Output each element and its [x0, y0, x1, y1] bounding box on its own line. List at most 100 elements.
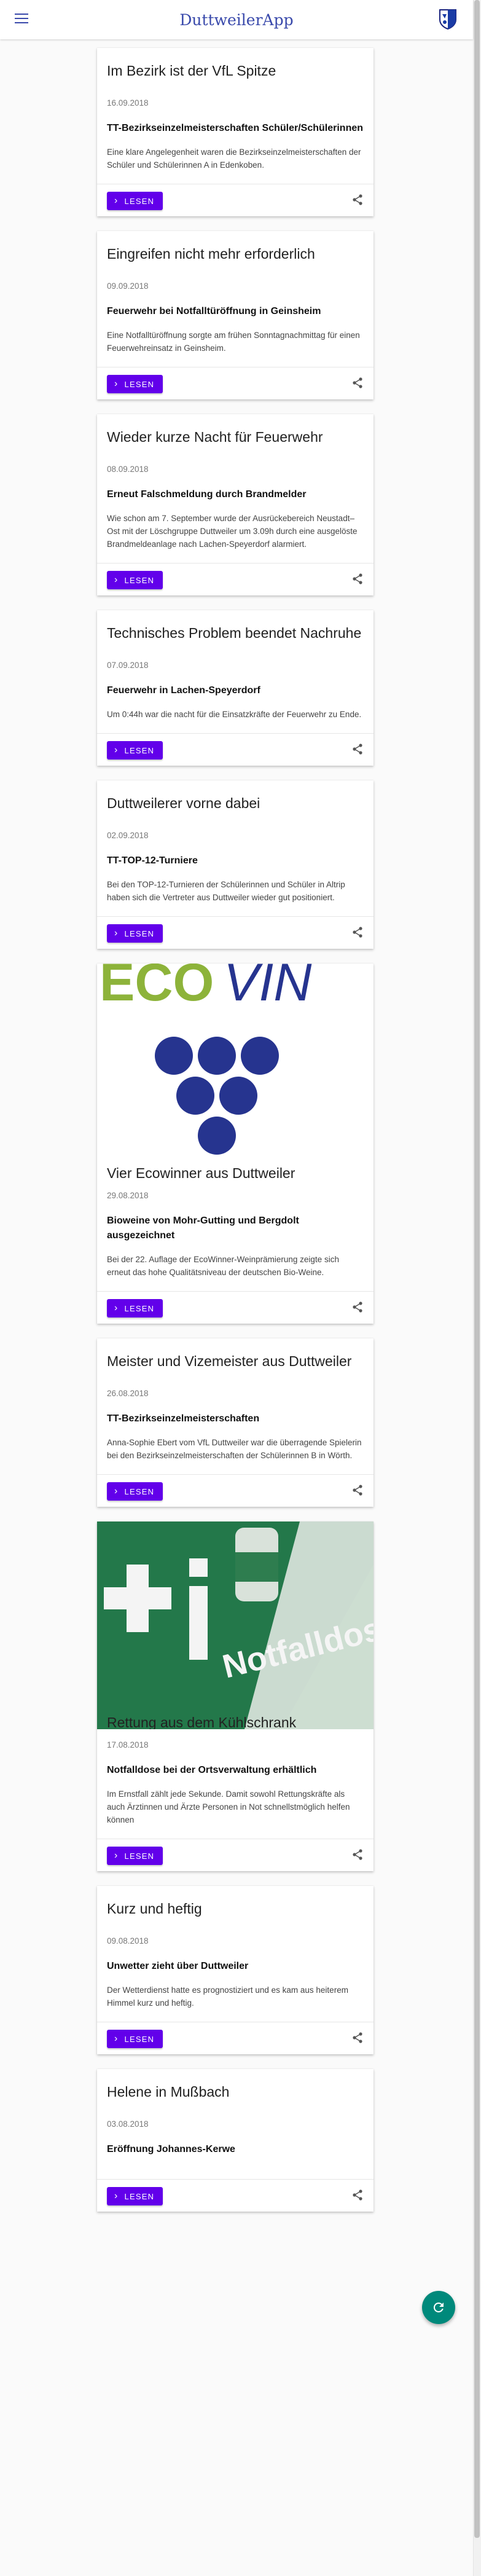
chevron-right-icon: › — [114, 745, 119, 755]
card-date: 02.09.2018 — [107, 831, 149, 840]
card-text: Im Ernstfall zählt jede Sekunde. Damit s… — [107, 1789, 350, 1824]
share-icon[interactable] — [351, 194, 364, 206]
chevron-right-icon: › — [114, 379, 119, 389]
card-title: Meister und Vizemeister aus Duttweiler — [107, 1353, 352, 1369]
card-subtitle: Notfalldose bei der Ortsverwaltung erhäl… — [107, 1765, 317, 1775]
card-title: Duttweilerer vorne dabei — [107, 795, 260, 811]
card-subtitle: Feuerwehr in Lachen-Speyerdorf — [107, 685, 260, 696]
card-date: 09.09.2018 — [107, 281, 149, 291]
card-subtitle: TT-TOP-12-Turniere — [107, 855, 198, 866]
read-label: LESEN — [124, 929, 155, 938]
chevron-right-icon: › — [114, 2033, 119, 2044]
share-icon[interactable] — [351, 1301, 364, 1313]
read-label: LESEN — [124, 379, 155, 389]
card-actions: › LESEN — [97, 1474, 373, 1507]
news-card: ECO VIN Vier Ecowinner aus Duttweiler 29… — [97, 964, 373, 1324]
chevron-right-icon: › — [114, 928, 119, 938]
chevron-right-icon: › — [114, 2191, 119, 2201]
news-card: Helene in Mußbach 03.08.2018 Eröffnung J… — [97, 2069, 373, 2212]
refresh-button[interactable] — [422, 2291, 455, 2324]
chevron-right-icon: › — [114, 1850, 119, 1861]
refresh-icon — [433, 2302, 444, 2312]
news-card: Im Bezirk ist der VfL Spitze 16.09.2018 … — [97, 48, 373, 216]
card-actions: › LESEN — [97, 1839, 373, 1871]
share-icon[interactable] — [351, 743, 364, 755]
card-title: Vier Ecowinner aus Duttweiler — [107, 1165, 295, 1180]
card-subtitle: TT-Bezirkseinzelmeisterschaften — [107, 1413, 260, 1424]
app-bar: DuttweilerApp — [0, 0, 473, 39]
card-subtitle: Feuerwehr bei Notfalltüröffnung in Geins… — [107, 306, 321, 316]
card-actions: › LESEN — [97, 184, 373, 216]
read-button[interactable]: › LESEN — [107, 2030, 163, 2048]
card-text: Der Wetterdienst hatte es prognostiziert… — [107, 1985, 348, 2008]
read-button[interactable]: › LESEN — [107, 2187, 163, 2205]
read-button[interactable]: › LESEN — [107, 741, 163, 760]
card-text: Eine klare Angelegenheit waren die Bezir… — [107, 147, 361, 170]
crest-icon — [439, 9, 456, 29]
news-card: Duttweilerer vorne dabei 02.09.2018 TT-T… — [97, 780, 373, 949]
card-text: Eine Notfalltüröffnung sorgte am frühen … — [107, 331, 360, 353]
chevron-right-icon: › — [114, 1303, 119, 1313]
read-button[interactable]: › LESEN — [107, 924, 163, 943]
card-date: 17.08.2018 — [107, 1740, 149, 1749]
read-label: LESEN — [124, 196, 155, 206]
card-image: Notfalldose Rettung aus dem Kühlschrank — [97, 1522, 373, 1729]
card-image: ECO VIN Vier Ecowinner aus Duttweiler — [97, 964, 373, 1180]
card-title: Kurz und heftig — [107, 1901, 202, 1917]
card-actions: › LESEN — [97, 2179, 373, 2212]
share-icon[interactable] — [351, 573, 364, 585]
card-title: Technisches Problem beendet Nachruhe — [107, 625, 362, 641]
share-icon[interactable] — [351, 2189, 364, 2201]
notfalldose-photo: Notfalldose — [97, 1522, 373, 1729]
chevron-right-icon: › — [114, 1486, 119, 1496]
card-actions: › LESEN — [97, 2022, 373, 2054]
read-button[interactable]: › LESEN — [107, 1482, 163, 1501]
card-text: Anna-Sophie Ebert vom VfL Duttweiler war… — [107, 1438, 362, 1460]
read-label: LESEN — [124, 575, 155, 585]
read-button[interactable]: › LESEN — [107, 375, 163, 393]
card-text: Bei der 22. Auflage der EcoWinner-Weinpr… — [107, 1255, 339, 1277]
read-button[interactable]: › LESEN — [107, 571, 163, 589]
read-label: LESEN — [124, 1851, 155, 1861]
news-card: Eingreifen nicht mehr erforderlich 09.09… — [97, 231, 373, 399]
share-icon[interactable] — [351, 377, 364, 389]
chevron-right-icon: › — [114, 575, 119, 585]
card-actions: › LESEN — [97, 367, 373, 399]
scrollbar-thumb[interactable] — [474, 0, 480, 2538]
share-icon[interactable] — [351, 926, 364, 938]
card-text: Wie schon am 7. September wurde der Ausr… — [107, 514, 358, 549]
card-date: 08.09.2018 — [107, 465, 149, 474]
card-actions: › LESEN — [97, 1291, 373, 1324]
ecovin-logo-image: ECO VIN — [100, 964, 312, 1155]
card-subtitle: Bioweine von Mohr-Gutting und Bergdolt a… — [107, 1215, 299, 1241]
card-actions: › LESEN — [97, 563, 373, 595]
card-title: Rettung aus dem Kühlschrank — [107, 1714, 297, 1729]
read-label: LESEN — [124, 1303, 155, 1313]
card-date: 03.08.2018 — [107, 2119, 149, 2129]
read-label: LESEN — [124, 1486, 155, 1496]
card-actions: › LESEN — [97, 916, 373, 949]
read-label: LESEN — [124, 2191, 155, 2201]
share-icon[interactable] — [351, 1484, 364, 1496]
card-title: Eingreifen nicht mehr erforderlich — [107, 246, 315, 262]
share-icon[interactable] — [351, 2032, 364, 2044]
read-button[interactable]: › LESEN — [107, 192, 163, 210]
read-label: LESEN — [124, 745, 155, 755]
read-button[interactable]: › LESEN — [107, 1299, 163, 1317]
card-date: 09.08.2018 — [107, 1936, 149, 1946]
read-label: LESEN — [124, 2034, 155, 2044]
news-feed: Im Bezirk ist der VfL Spitze 16.09.2018 … — [97, 48, 373, 2226]
card-subtitle: TT-Bezirkseinzelmeisterschaften Schüler/… — [107, 123, 364, 133]
svg-text:VIN: VIN — [224, 964, 312, 1012]
card-text: Um 0:44h war die nacht für die Einsatzkr… — [107, 710, 362, 719]
news-card: Technisches Problem beendet Nachruhe 07.… — [97, 610, 373, 766]
card-actions: › LESEN — [97, 733, 373, 766]
app-title: DuttweilerApp — [179, 11, 294, 29]
card-date: 07.09.2018 — [107, 661, 149, 670]
share-icon[interactable] — [351, 1848, 364, 1861]
card-title: Im Bezirk ist der VfL Spitze — [107, 63, 276, 79]
card-date: 26.08.2018 — [107, 1389, 149, 1398]
card-text: Bei den TOP-12-Turnieren der Schülerinne… — [107, 880, 345, 902]
read-button[interactable]: › LESEN — [107, 1847, 163, 1865]
card-subtitle: Erneut Falschmeldung durch Brandmelder — [107, 489, 307, 500]
